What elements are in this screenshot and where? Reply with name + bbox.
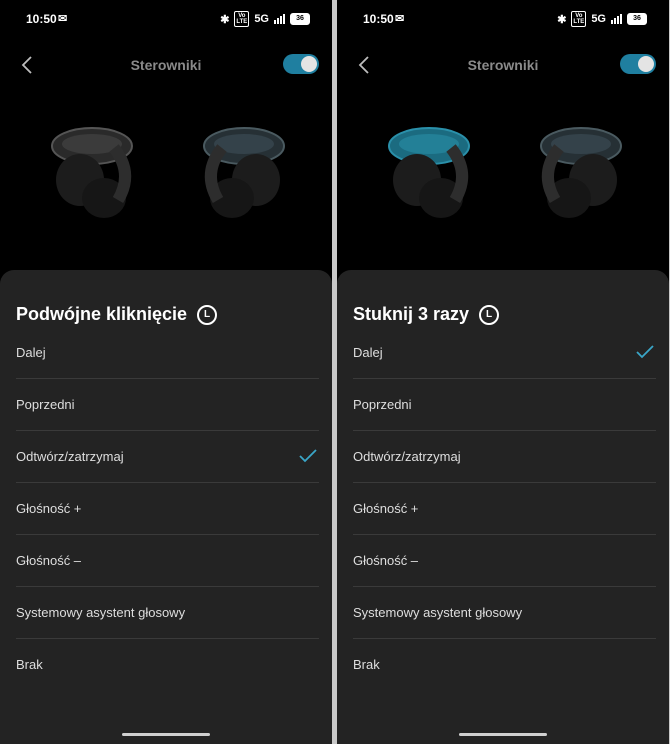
option-label: Systemowy asystent głosowy: [16, 605, 186, 620]
battery-icon: 36: [290, 13, 310, 25]
option-glosnosc-minus[interactable]: Głośność –: [16, 535, 319, 587]
volte-icon: Vo LTE: [234, 11, 250, 27]
option-label: Odtwórz/zatrzymaj: [16, 449, 124, 464]
battery-icon: 36: [627, 13, 647, 25]
toggle-knob: [301, 56, 317, 72]
app-header: Sterowniki: [337, 48, 669, 82]
home-indicator[interactable]: [459, 733, 547, 736]
option-glosnosc-plus[interactable]: Głośność +: [353, 483, 656, 535]
options-list: Dalej Poprzedni Odtwórz/zatrzymaj Głośno…: [353, 327, 656, 690]
volte-icon: Vo LTE: [571, 11, 587, 27]
bluetooth-icon: ✱: [557, 13, 567, 26]
option-label: Głośność –: [353, 553, 419, 568]
mail-icon: ✉: [58, 13, 68, 25]
option-label: Głośność +: [353, 501, 419, 516]
gesture-title: Stuknij 3 razy: [353, 304, 470, 324]
option-poprzedni[interactable]: Poprzedni: [353, 379, 656, 431]
option-dalej[interactable]: Dalej: [353, 327, 656, 379]
toggle-knob: [638, 56, 654, 72]
phone-screen-right: 10:50 ✉ ✱ Vo LTE 5G 36 Sterowniki Stukni…: [337, 0, 669, 744]
signal-icon: [274, 14, 285, 24]
bluetooth-icon: ✱: [220, 13, 230, 26]
option-odtworz-zatrzymaj[interactable]: Odtwórz/zatrzymaj: [16, 431, 319, 483]
option-label: Poprzedni: [353, 397, 412, 412]
option-sheet: Podwójne kliknięcie L Dalej Poprzedni Od…: [0, 270, 332, 744]
network-type: 5G: [591, 13, 606, 25]
network-type: 5G: [254, 13, 269, 25]
option-label: Odtwórz/zatrzymaj: [353, 449, 461, 464]
controls-toggle[interactable]: [620, 54, 656, 74]
option-label: Brak: [353, 657, 380, 672]
phone-screen-left: 10:50 ✉ ✱ Vo LTE 5G 36 Sterowniki Podwój…: [0, 0, 332, 744]
mail-icon: ✉: [395, 13, 405, 25]
left-side-badge: L: [197, 304, 218, 325]
status-time: 10:50: [26, 12, 57, 26]
earbuds-illustration: [337, 118, 669, 248]
left-earbud-image[interactable]: [379, 118, 479, 238]
option-label: Głośność –: [16, 553, 82, 568]
earbuds-illustration: [0, 118, 332, 248]
status-bar: 10:50 ✉ ✱ Vo LTE 5G 36: [0, 10, 332, 32]
option-odtworz-zatrzymaj[interactable]: Odtwórz/zatrzymaj: [353, 431, 656, 483]
controls-toggle[interactable]: [283, 54, 319, 74]
left-earbud-image[interactable]: [42, 118, 142, 238]
checkmark-icon: [636, 345, 654, 359]
option-label: Brak: [16, 657, 43, 672]
option-asystent-glosowy[interactable]: Systemowy asystent głosowy: [16, 587, 319, 639]
app-header: Sterowniki: [0, 48, 332, 82]
options-list: Dalej Poprzedni Odtwórz/zatrzymaj Głośno…: [16, 327, 319, 690]
option-label: Głośność +: [16, 501, 82, 516]
option-glosnosc-plus[interactable]: Głośność +: [16, 483, 319, 535]
status-bar: 10:50 ✉ ✱ Vo LTE 5G 36: [337, 10, 669, 32]
checkmark-icon: [299, 449, 317, 463]
option-label: Dalej: [16, 345, 46, 360]
option-brak[interactable]: Brak: [353, 639, 656, 690]
option-poprzedni[interactable]: Poprzedni: [16, 379, 319, 431]
option-dalej[interactable]: Dalej: [16, 327, 319, 379]
home-indicator[interactable]: [122, 733, 210, 736]
option-sheet: Stuknij 3 razy L Dalej Poprzedni Odtwórz…: [337, 270, 669, 744]
gesture-title: Podwójne kliknięcie: [16, 304, 188, 324]
signal-icon: [611, 14, 622, 24]
status-time: 10:50: [363, 12, 394, 26]
right-earbud-image[interactable]: [531, 118, 631, 238]
sheet-title: Podwójne kliknięcie L: [16, 304, 218, 325]
left-side-badge: L: [479, 304, 500, 325]
option-label: Poprzedni: [16, 397, 75, 412]
option-label: Systemowy asystent głosowy: [353, 605, 523, 620]
option-label: Dalej: [353, 345, 383, 360]
option-glosnosc-minus[interactable]: Głośność –: [353, 535, 656, 587]
right-earbud-image[interactable]: [194, 118, 294, 238]
option-asystent-glosowy[interactable]: Systemowy asystent głosowy: [353, 587, 656, 639]
option-brak[interactable]: Brak: [16, 639, 319, 690]
sheet-title: Stuknij 3 razy L: [353, 304, 500, 325]
